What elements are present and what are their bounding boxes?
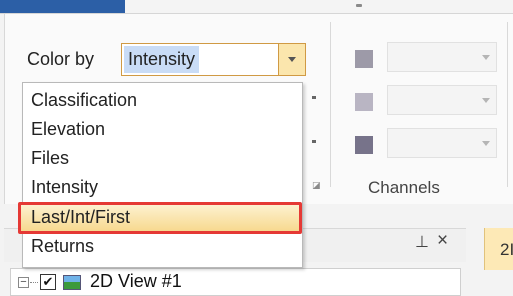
- channel-color-swatch[interactable]: [355, 50, 373, 68]
- channel-color-swatch[interactable]: [355, 93, 373, 111]
- group-separator: [330, 22, 331, 187]
- hidden-combo-arrow-icon: [312, 96, 316, 99]
- channel-combobox[interactable]: [387, 42, 497, 72]
- dropdown-option[interactable]: Intensity: [31, 177, 98, 198]
- tree-item-label[interactable]: 2D View #1: [90, 271, 182, 292]
- color-by-selected-value[interactable]: Intensity: [124, 46, 200, 73]
- color-by-combobox[interactable]: Intensity: [121, 43, 306, 76]
- tree-connector: [30, 282, 38, 283]
- dialog-launcher-icon[interactable]: ◪: [312, 180, 321, 191]
- active-ribbon-tab[interactable]: [0, 0, 125, 13]
- tree-item-checkbox[interactable]: ✔: [40, 274, 56, 290]
- chevron-down-icon: [482, 54, 490, 60]
- dropdown-option[interactable]: Classification: [31, 90, 137, 111]
- view-tab-label: 2I: [500, 240, 513, 259]
- channel-combobox[interactable]: [387, 128, 497, 158]
- dropdown-option[interactable]: Returns: [31, 236, 94, 257]
- dropdown-option[interactable]: Files: [31, 148, 69, 169]
- 2d-view-icon: [63, 275, 81, 290]
- dropdown-option[interactable]: Elevation: [31, 119, 105, 140]
- color-by-label: Color by: [27, 49, 95, 69]
- color-by-dropdown-button[interactable]: [278, 44, 305, 75]
- tab-marker-icon: [356, 4, 362, 7]
- channels-group-label: Channels: [368, 178, 440, 197]
- tree-collapse-icon[interactable]: −: [18, 277, 29, 288]
- channel-combobox[interactable]: [387, 85, 497, 115]
- chevron-down-icon: [482, 97, 490, 103]
- close-icon[interactable]: ×: [437, 230, 448, 252]
- group-separator: [507, 22, 508, 187]
- channel-color-swatch[interactable]: [355, 136, 373, 154]
- dropdown-option-highlighted[interactable]: Last/Int/First: [31, 207, 130, 228]
- chevron-down-icon: [288, 57, 296, 62]
- hidden-combo-arrow-icon: [312, 140, 316, 143]
- pin-icon[interactable]: ⊥: [415, 232, 429, 252]
- chevron-down-icon: [482, 140, 490, 146]
